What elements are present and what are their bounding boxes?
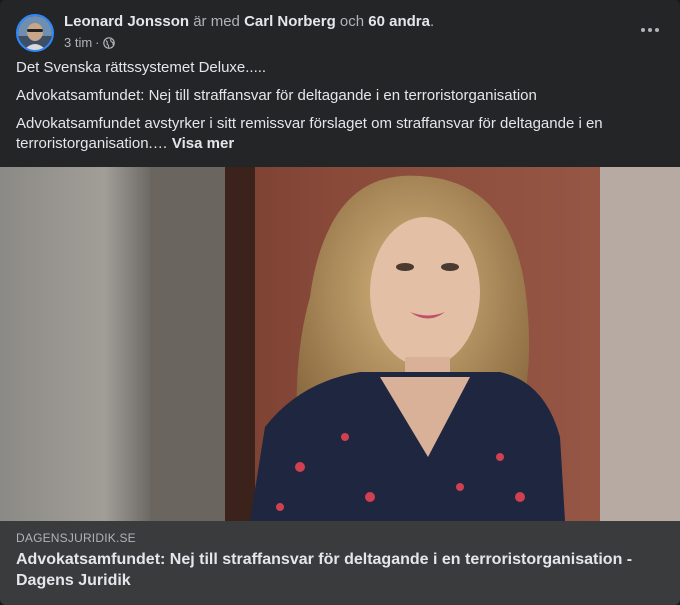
more-options-icon[interactable] [636,18,664,42]
dot [655,28,659,32]
post-text-line-3-content: Advokatsamfundet avstyrker i sitt remiss… [16,115,603,152]
post-text-line-1: Det Svenska rättssystemet Deluxe..... [16,59,267,76]
others-link[interactable]: 60 andra [368,13,430,30]
author-name[interactable]: Leonard Jonsson [64,13,189,30]
link-preview-image[interactable] [0,167,680,521]
post-text-line-2: Advokatsamfundet: Nej till straffansvar … [16,87,537,104]
post-meta: 3 tim · [64,34,115,52]
tagged-person[interactable]: Carl Norberg [244,13,336,30]
post-text-line-3: Advokatsamfundet avstyrker i sitt remiss… [16,114,664,154]
post-card: Leonard Jonsson är med Carl Norberg och … [0,0,680,605]
dot [641,28,645,32]
avatar[interactable] [16,14,54,52]
globe-icon [102,37,115,49]
link-preview[interactable]: DAGENSJURIDIK.SE Advokatsamfundet: Nej t… [0,521,680,605]
avatar-image [18,16,52,50]
and-word: och [339,13,365,30]
post-header: Leonard Jonsson är med Carl Norberg och … [16,12,664,56]
meta-separator: · [95,35,100,50]
see-more-link[interactable]: Visa mer [172,135,234,152]
link-title[interactable]: Advokatsamfundet: Nej till straffansvar … [16,549,664,591]
with-word: är med [193,13,240,30]
link-domain: DAGENSJURIDIK.SE [16,531,136,545]
article-photo [0,167,680,521]
post-time[interactable]: 3 tim [64,34,92,52]
period: . [429,13,435,30]
post-attribution: Leonard Jonsson är med Carl Norberg och … [64,12,434,32]
dot [648,28,652,32]
post-text: Det Svenska rättssystemet Deluxe..... Ad… [16,58,664,162]
